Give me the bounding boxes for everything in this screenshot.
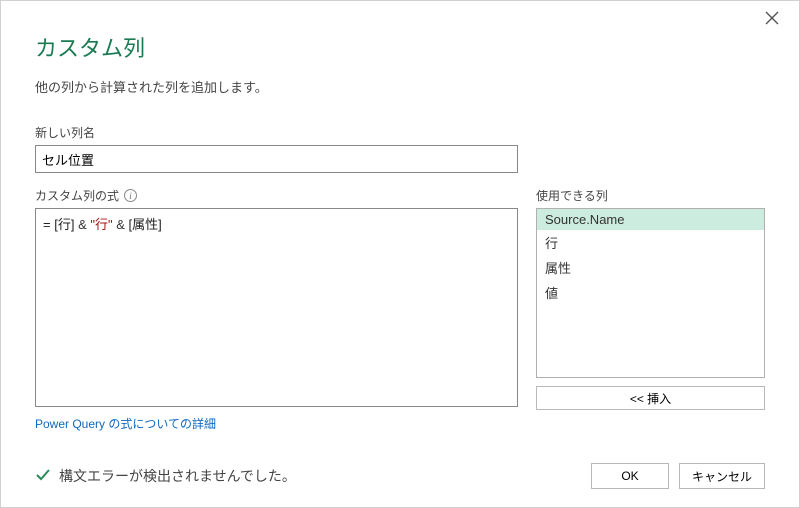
column-name-input[interactable] xyxy=(35,145,518,173)
close-icon xyxy=(765,11,779,25)
formula-prefix: = xyxy=(43,217,54,232)
list-item[interactable]: Source.Name xyxy=(537,209,764,230)
available-columns-label: 使用できる列 xyxy=(536,187,765,204)
check-icon xyxy=(35,467,51,486)
dialog-buttons: OK キャンセル xyxy=(591,463,765,489)
dialog-title: カスタム列 xyxy=(35,31,765,63)
available-columns-list[interactable]: Source.Name 行 属性 値 xyxy=(536,208,765,378)
insert-button[interactable]: << 挿入 xyxy=(536,386,765,410)
dialog-footer: 構文エラーが検出されませんでした。 OK キャンセル xyxy=(35,463,765,489)
formula-ref-1: [行] xyxy=(54,217,74,232)
syntax-status: 構文エラーが検出されませんでした。 xyxy=(35,466,296,486)
help-link[interactable]: Power Query の式についての詳細 xyxy=(35,415,216,432)
status-text: 構文エラーが検出されませんでした。 xyxy=(59,466,296,486)
dialog-subtitle: 他の列から計算された列を追加します。 xyxy=(35,77,765,96)
dialog-content: カスタム列 他の列から計算された列を追加します。 新しい列名 カスタム列の式 i… xyxy=(1,1,799,450)
close-button[interactable] xyxy=(765,11,785,31)
formula-string: "行" xyxy=(90,217,112,232)
list-item[interactable]: 行 xyxy=(537,230,764,255)
formula-label-text: カスタム列の式 xyxy=(35,187,119,204)
list-item[interactable]: 値 xyxy=(537,280,764,305)
formula-editor[interactable]: = [行] & "行" & [属性] xyxy=(35,208,518,407)
ok-button[interactable]: OK xyxy=(591,463,669,489)
formula-op-2: & xyxy=(113,217,129,232)
formula-ref-2: [属性] xyxy=(129,217,162,232)
column-name-label: 新しい列名 xyxy=(35,124,765,141)
formula-op-1: & xyxy=(74,217,90,232)
cancel-button[interactable]: キャンセル xyxy=(679,463,765,489)
formula-label: カスタム列の式 i xyxy=(35,187,518,204)
info-icon[interactable]: i xyxy=(124,189,137,202)
list-item[interactable]: 属性 xyxy=(537,255,764,280)
